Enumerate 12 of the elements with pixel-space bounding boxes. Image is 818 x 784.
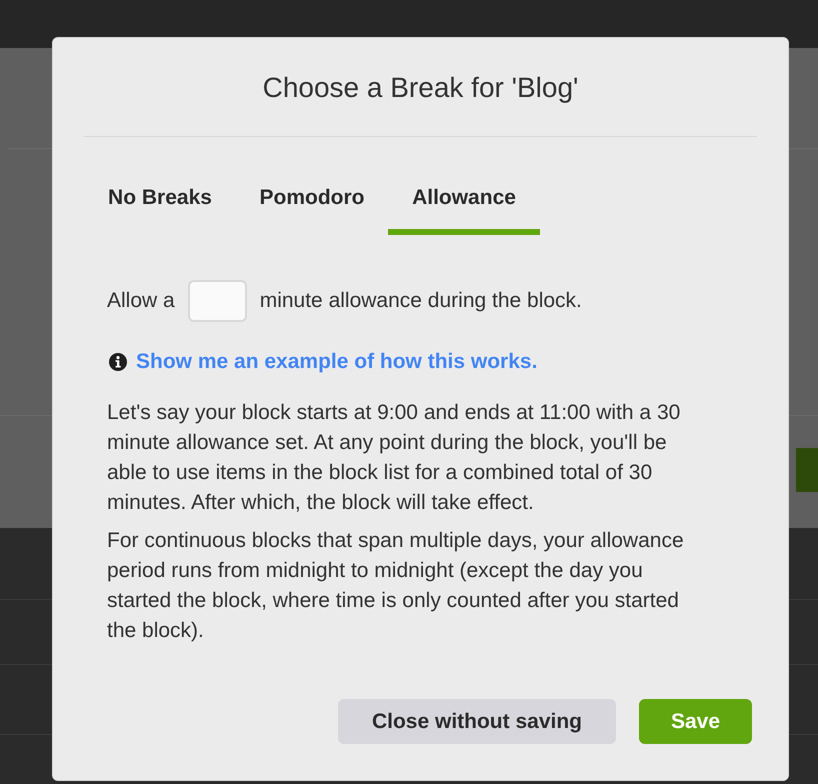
dialog-title: Choose a Break for 'Blog' (262, 71, 580, 105)
tab[interactable]: Pomodoro (236, 161, 388, 235)
explanation-paragraph: For continuous blocks that span multiple days, your allowance period runs from midnight to midnight (except the day you started the block, where time is only counted after you started the block). (107, 528, 685, 644)
info-icon (109, 353, 127, 371)
tab[interactable]: Allowance (388, 161, 540, 235)
allowance-label: minute allowance during the block. (260, 288, 582, 314)
backdrop-block (796, 448, 818, 492)
tab[interactable]: No Breaks (84, 161, 236, 235)
explanation-paragraph: Let's say your block starts at 9:00 and ends at 11:00 with a 30 minute allowance set. At any point during the block, you'll be able to use items in the block list for a combined total of 30 minutes. After which, the block will take effect. (107, 400, 682, 516)
close-button[interactable]: Close without saving (338, 699, 616, 744)
allowance-label: Allow a (107, 288, 175, 314)
minutes-input[interactable] (188, 280, 247, 322)
